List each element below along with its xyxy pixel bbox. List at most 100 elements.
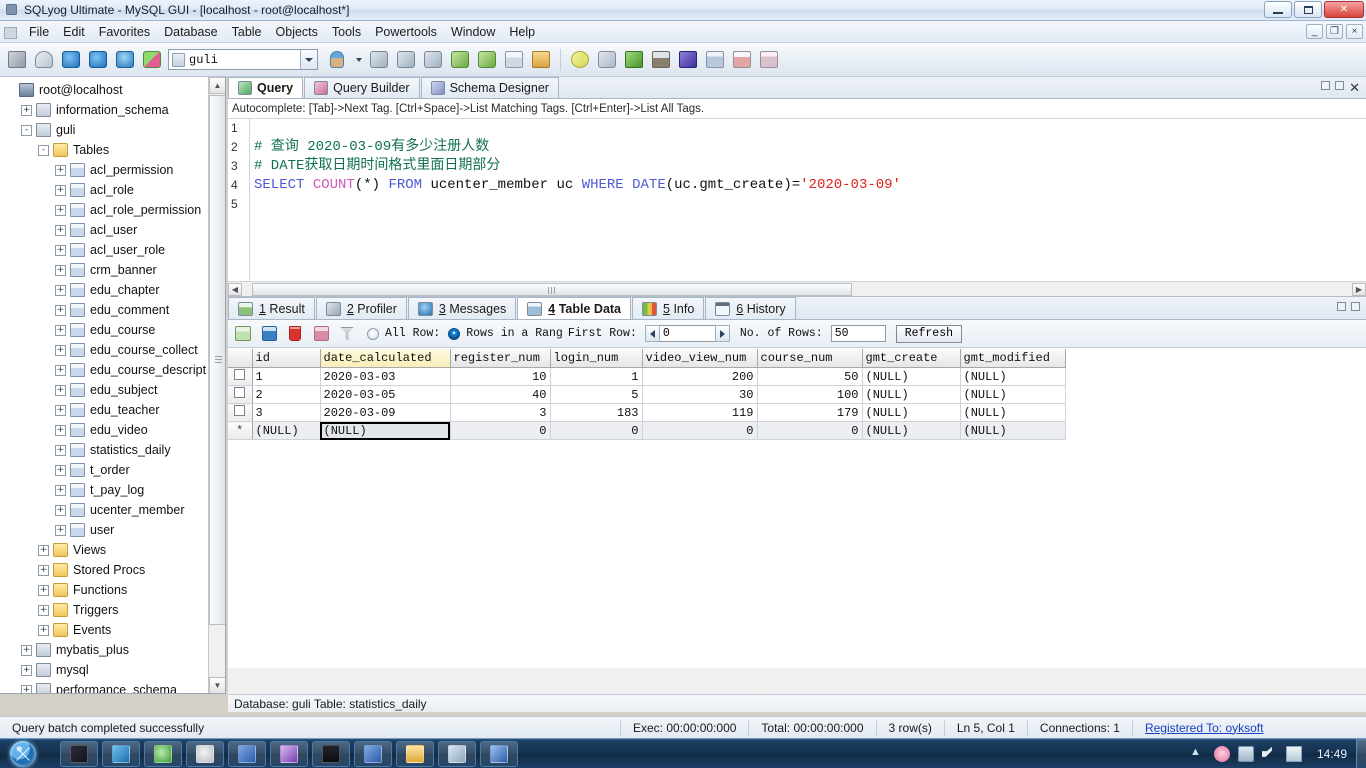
expand-icon[interactable]: +: [55, 324, 66, 336]
result-tab-messages[interactable]: 3 Messages: [407, 297, 517, 319]
expand-icon[interactable]: +: [55, 344, 66, 356]
tree-item-edu_chapter[interactable]: + edu_chapter: [0, 280, 208, 300]
expand-icon[interactable]: +: [55, 484, 66, 496]
cell-video_view_num[interactable]: 30: [642, 385, 758, 404]
network-icon[interactable]: [1286, 746, 1302, 762]
taskbar-powerpoint2-icon[interactable]: [354, 740, 392, 767]
cell-gmt_modified[interactable]: (NULL): [960, 421, 1066, 440]
new-row-marker[interactable]: *: [228, 421, 253, 440]
tree-item-acl_permission[interactable]: + acl_permission: [0, 160, 208, 180]
menu-help[interactable]: Help: [502, 23, 542, 41]
database-combo[interactable]: guli: [168, 49, 318, 70]
expand-icon[interactable]: +: [55, 404, 66, 416]
tree-item-acl_user[interactable]: + acl_user: [0, 220, 208, 240]
tree-item-stored-procs[interactable]: + Stored Procs: [0, 560, 208, 580]
cell-course_num[interactable]: 100: [757, 385, 863, 404]
volume-icon[interactable]: [1262, 746, 1272, 762]
editor-horizontal-scrollbar[interactable]: ◀ ▶: [228, 281, 1366, 296]
expand-icon[interactable]: +: [38, 564, 49, 576]
tab-schema-designer[interactable]: Schema Designer: [420, 77, 559, 98]
tree-item-edu_subject[interactable]: + edu_subject: [0, 380, 208, 400]
expand-icon[interactable]: +: [55, 444, 66, 456]
menu-powertools[interactable]: Powertools: [368, 23, 444, 41]
menu-favorites[interactable]: Favorites: [92, 23, 157, 41]
mdi-close-button[interactable]: ×: [1346, 24, 1363, 39]
column-header-login_num[interactable]: login_num: [550, 349, 643, 368]
tree-item-tables[interactable]: - Tables: [0, 140, 208, 160]
save-query-icon[interactable]: [139, 47, 165, 73]
cell-video_view_num[interactable]: 0: [642, 421, 758, 440]
format-query-icon[interactable]: [528, 47, 554, 73]
expand-icon[interactable]: +: [55, 244, 66, 256]
editor-restore-icon[interactable]: [1335, 81, 1344, 90]
schema-sync-icon[interactable]: [594, 47, 620, 73]
taskbar-edge-icon[interactable]: [144, 740, 182, 767]
tree-item-edu_course_collect[interactable]: + edu_course_collect: [0, 340, 208, 360]
schema-designer-icon[interactable]: [756, 47, 782, 73]
tree-item-events[interactable]: + Events: [0, 620, 208, 640]
export-data-icon[interactable]: [501, 47, 527, 73]
result-tab-result[interactable]: 1 Result: [228, 297, 315, 319]
refresh-object-browser-icon[interactable]: [31, 47, 57, 73]
sql-code[interactable]: # 查询 2020-03-09有多少注册人数 # DATE获取日期时间格式里面日期…: [254, 119, 1366, 214]
cell-register_num[interactable]: 40: [450, 385, 551, 404]
tree-item-guli[interactable]: - guli: [0, 120, 208, 140]
tree-item-acl_role[interactable]: + acl_role: [0, 180, 208, 200]
table-row[interactable]: 2 2020-03-05 40 5 30 100 (NULL) (NULL): [228, 385, 1066, 404]
save-changes-icon[interactable]: [257, 322, 281, 346]
tree-item-triggers[interactable]: + Triggers: [0, 600, 208, 620]
usb-icon[interactable]: [1238, 746, 1254, 762]
editor-scroll-left-button[interactable]: ◀: [228, 282, 242, 296]
cell-course_num[interactable]: 179: [757, 403, 863, 422]
cell-gmt_modified[interactable]: (NULL): [960, 385, 1066, 404]
code-line[interactable]: # DATE获取日期时间格式里面日期部分: [254, 157, 1366, 176]
row-selector-checkbox[interactable]: [228, 403, 253, 422]
cell-gmt_modified[interactable]: (NULL): [960, 403, 1066, 422]
cell-login_num[interactable]: 0: [550, 421, 643, 440]
cell-date_calculated[interactable]: 2020-03-05: [320, 385, 451, 404]
cell-date_calculated[interactable]: 2020-03-09: [320, 403, 451, 422]
taskbar-powerpoint-icon[interactable]: [228, 740, 266, 767]
sync-icon[interactable]: [567, 47, 593, 73]
tree-item-root-localhost[interactable]: root@localhost: [0, 80, 208, 100]
menu-window[interactable]: Window: [444, 23, 502, 41]
menu-objects[interactable]: Objects: [269, 23, 325, 41]
result-tab-profiler[interactable]: 2 Profiler: [315, 297, 407, 319]
grid-view-icon[interactable]: [702, 47, 728, 73]
cell-gmt_create[interactable]: (NULL): [862, 367, 961, 386]
cell-id[interactable]: (NULL): [252, 421, 321, 440]
duplicate-row-icon[interactable]: [309, 322, 333, 346]
cell-gmt_create[interactable]: (NULL): [862, 403, 961, 422]
tunnel-icon[interactable]: [675, 47, 701, 73]
expand-icon[interactable]: +: [55, 204, 66, 216]
data-sync-icon[interactable]: [621, 47, 647, 73]
mdi-restore-button[interactable]: ❐: [1326, 24, 1343, 39]
code-line[interactable]: [254, 195, 1366, 214]
tree-item-t_order[interactable]: + t_order: [0, 460, 208, 480]
sidebar-vertical-scrollbar[interactable]: ▲ ▼: [208, 77, 225, 693]
expand-icon[interactable]: +: [55, 504, 66, 516]
tree-item-views[interactable]: + Views: [0, 540, 208, 560]
sql-editor[interactable]: 1 2 3 4 5 # 查询 2020-03-09有多少注册人数 # DATE获取日期时间…: [228, 119, 1366, 297]
all-rows-radio[interactable]: [367, 327, 379, 340]
taskbar-word-icon[interactable]: [480, 740, 518, 767]
expand-icon[interactable]: +: [21, 684, 32, 693]
cell-date_calculated[interactable]: (NULL): [320, 421, 451, 440]
mdi-minimize-button[interactable]: _: [1306, 24, 1323, 39]
code-line[interactable]: [254, 119, 1366, 138]
tree-item-performance_schema[interactable]: + performance_schema: [0, 680, 208, 693]
column-header-video_view_num[interactable]: video_view_num: [642, 349, 758, 368]
expand-icon[interactable]: +: [55, 264, 66, 276]
tree-item-mysql[interactable]: + mysql: [0, 660, 208, 680]
close-button[interactable]: ✕: [1324, 1, 1364, 18]
expand-icon[interactable]: +: [21, 664, 32, 676]
grid-corner-header[interactable]: [228, 349, 253, 368]
rows-in-range-radio[interactable]: [448, 327, 461, 340]
expand-icon[interactable]: +: [55, 284, 66, 296]
add-row-icon[interactable]: [231, 322, 255, 346]
show-hidden-icon[interactable]: ▲: [1190, 746, 1206, 762]
scroll-down-button[interactable]: ▼: [209, 677, 225, 693]
menu-tools[interactable]: Tools: [325, 23, 368, 41]
taskbar-navicat-icon[interactable]: [270, 740, 308, 767]
tree-item-crm_banner[interactable]: + crm_banner: [0, 260, 208, 280]
